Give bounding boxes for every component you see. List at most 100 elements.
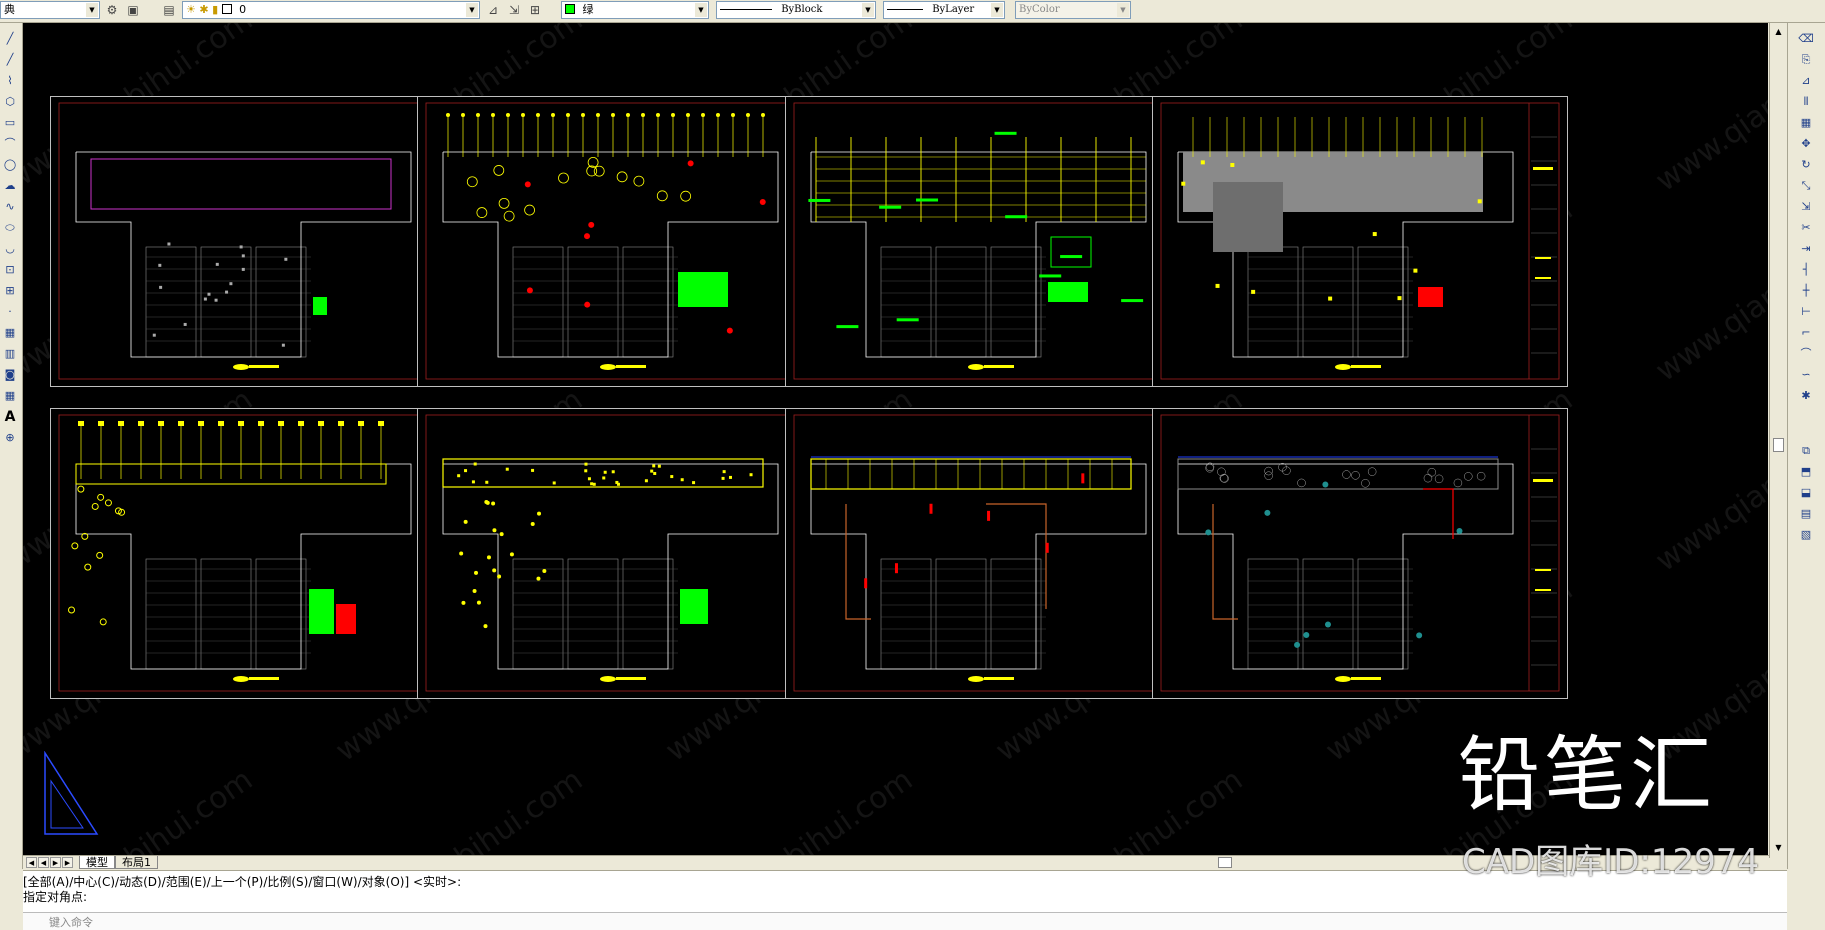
command-window-handle[interactable] (0, 870, 22, 928)
lineweight-preview (887, 9, 923, 10)
tab-layout1[interactable]: 布局1 (115, 856, 158, 869)
sheet-drawing (58, 102, 458, 380)
add-selected-icon[interactable]: ⊕ (2, 430, 18, 446)
command-input[interactable]: 键入命令 (23, 912, 1787, 930)
mirror-icon[interactable]: ⊿ (1798, 73, 1814, 89)
lightbulb-icon: ☀ (186, 3, 196, 16)
extend-icon[interactable]: ⇥ (1798, 241, 1814, 257)
linetype-label: ByBlock (781, 4, 823, 15)
chevron-down-icon: ▼ (862, 3, 874, 17)
bring-front-icon[interactable]: ⬒ (1798, 464, 1814, 480)
draworder-icon[interactable]: ⧉ (1798, 443, 1814, 459)
drawing-sheet-8[interactable] (1152, 408, 1568, 699)
next-tab-icon[interactable]: ▶ (50, 857, 61, 868)
scroll-thumb[interactable] (1773, 438, 1784, 452)
chevron-down-icon: ▼ (695, 3, 707, 17)
drawing-sheet-4[interactable] (1152, 96, 1568, 387)
linetype-dropdown[interactable]: ByBlock ▼ (716, 1, 876, 19)
multiline-text-icon[interactable]: A (2, 409, 18, 425)
lineweight-dropdown[interactable]: ByLayer ▼ (883, 1, 1005, 19)
arc-icon[interactable]: ⌒ (2, 136, 18, 152)
drawing-sheet-5[interactable] (50, 408, 466, 699)
workspace-save-icon[interactable]: ▣ (124, 2, 142, 19)
cad-id-watermark: CAD图库ID:12974 (1462, 842, 1760, 882)
brand-watermark: 铅笔汇 (1458, 728, 1717, 823)
stretch-icon[interactable]: ⇲ (1798, 199, 1814, 215)
drawing-sheet-1[interactable] (50, 96, 466, 387)
color-dropdown[interactable]: 绿 ▼ (561, 1, 709, 19)
circle-icon[interactable]: ◯ (2, 157, 18, 173)
polygon-icon[interactable]: ⬡ (2, 94, 18, 110)
break-icon[interactable]: ┼ (1798, 283, 1814, 299)
table-icon[interactable]: ▦ (2, 388, 18, 404)
tab-model[interactable]: 模型 (79, 856, 115, 869)
spline-icon[interactable]: ∿ (2, 199, 18, 215)
first-tab-icon[interactable]: ◀ (26, 857, 37, 868)
hatch-back-icon[interactable]: ▧ (1798, 527, 1814, 543)
vertical-scrollbar[interactable]: ▲ ▼ (1769, 23, 1787, 858)
make-current-layer-icon[interactable]: ⊿ (484, 2, 502, 19)
chevron-down-icon: ▼ (1117, 3, 1129, 17)
send-back-icon[interactable]: ⬓ (1798, 485, 1814, 501)
last-tab-icon[interactable]: ▶ (62, 857, 73, 868)
layer-previous-icon[interactable]: ⇲ (505, 2, 523, 19)
workspace-settings-icon[interactable]: ⚙ (103, 2, 121, 19)
layer-state-icon[interactable]: ⊞ (526, 2, 544, 19)
rectangle-icon[interactable]: ▭ (2, 115, 18, 131)
rotate-icon[interactable]: ↻ (1798, 157, 1814, 173)
color-swatch (565, 4, 575, 14)
color-label: 绿 (582, 3, 594, 16)
blend-icon[interactable]: ∽ (1798, 367, 1814, 383)
scroll-down-icon[interactable]: ▼ (1772, 841, 1785, 854)
fillet-icon[interactable]: ⌒ (1798, 346, 1814, 362)
watermark-tile: www.qianbihui.com (1649, 23, 1768, 199)
prev-tab-icon[interactable]: ◀ (38, 857, 49, 868)
make-block-icon[interactable]: ⊞ (2, 283, 18, 299)
workspace-dropdown[interactable]: 典 ▼ (0, 1, 100, 19)
insert-block-icon[interactable]: ⊡ (2, 262, 18, 278)
trim-icon[interactable]: ✂ (1798, 220, 1814, 236)
layer-properties-icon[interactable]: ▤ (160, 2, 178, 19)
construction-line-icon[interactable]: ╱ (2, 52, 18, 68)
sheet-drawing (1160, 414, 1560, 692)
explode-icon[interactable]: ✱ (1798, 388, 1814, 404)
erase-icon[interactable]: ⌫ (1798, 31, 1814, 47)
point-icon[interactable]: · (2, 304, 18, 320)
plotstyle-dropdown[interactable]: ByColor ▼ (1015, 1, 1131, 19)
line-icon[interactable]: ╱ (2, 31, 18, 47)
layer-name: 0 (239, 3, 247, 16)
drawing-sheet-7[interactable] (785, 408, 1201, 699)
drawing-sheet-3[interactable] (785, 96, 1201, 387)
offset-icon[interactable]: ⫴ (1798, 94, 1814, 110)
sheet-drawing (793, 102, 1193, 380)
chamfer-icon[interactable]: ⌐ (1798, 325, 1814, 341)
move-icon[interactable]: ✥ (1798, 136, 1814, 152)
ellipse-arc-icon[interactable]: ◡ (2, 241, 18, 257)
revision-cloud-icon[interactable]: ☁ (2, 178, 18, 194)
break-at-point-icon[interactable]: ┤ (1798, 262, 1814, 278)
sun-icon: ✱ (199, 3, 209, 16)
watermark-tile: www.qianbihui.com (1649, 192, 1768, 389)
sheet-drawing (425, 414, 825, 692)
region-icon[interactable]: ◙ (2, 367, 18, 383)
lineweight-label: ByLayer (932, 4, 975, 15)
layer-dropdown[interactable]: ☀ ✱ ▮ 0 ▼ (182, 1, 480, 19)
command-history-line-1: [全部(A)/中心(C)/动态(D)/范围(E)/上一个(P)/比例(S)/窗口… (23, 875, 462, 889)
layer-color-swatch (221, 4, 232, 14)
drawing-sheet-2[interactable] (417, 96, 833, 387)
ellipse-icon[interactable]: ⬭ (2, 220, 18, 236)
scroll-up-icon[interactable]: ▲ (1772, 25, 1785, 38)
chevron-down-icon: ▼ (86, 3, 98, 17)
hatch-icon[interactable]: ▦ (2, 325, 18, 341)
scale-icon[interactable]: ⤡ (1798, 178, 1814, 194)
join-icon[interactable]: ⊢ (1798, 304, 1814, 320)
gradient-icon[interactable]: ▥ (2, 346, 18, 362)
workspace-label: 典 (4, 3, 15, 16)
horizontal-scroll-thumb[interactable] (1218, 857, 1232, 868)
array-icon[interactable]: ▦ (1798, 115, 1814, 131)
polyline-icon[interactable]: ⌇ (2, 73, 18, 89)
copy-icon[interactable]: ⎘ (1798, 52, 1814, 68)
text-front-icon[interactable]: ▤ (1798, 506, 1814, 522)
command-history-line-2: 指定对角点: (23, 890, 88, 904)
drawing-sheet-6[interactable] (417, 408, 833, 699)
